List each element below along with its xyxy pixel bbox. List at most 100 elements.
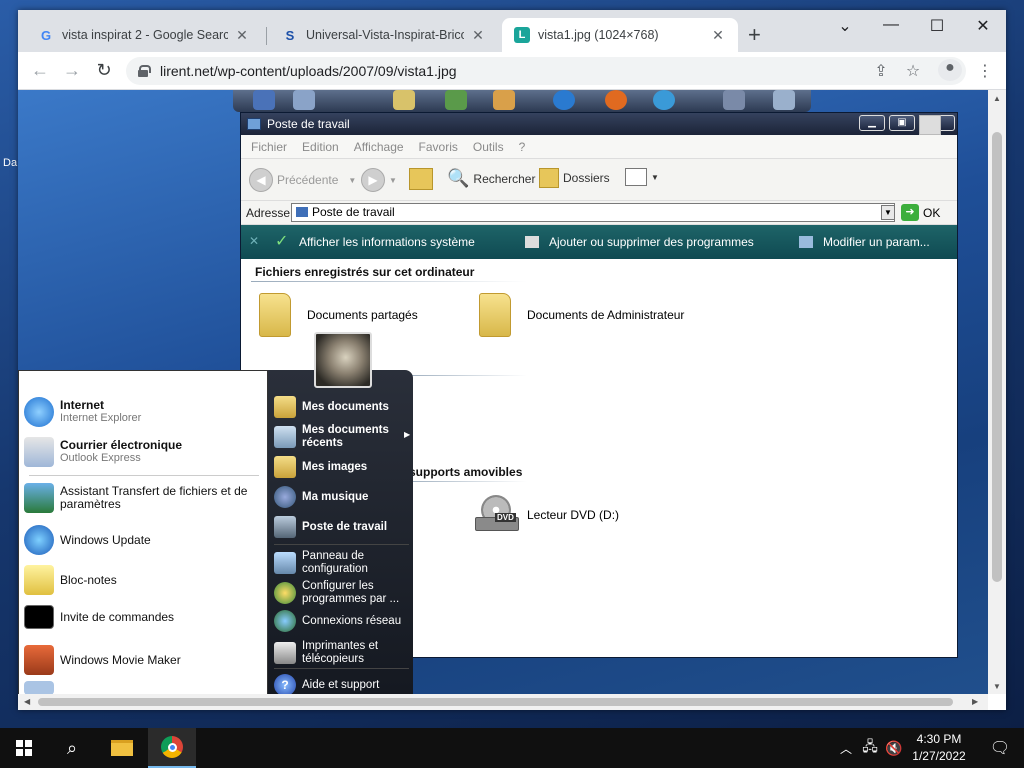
globe-icon[interactable] [553, 90, 575, 110]
media-player-icon[interactable] [605, 90, 627, 110]
recycle-bin-icon[interactable] [773, 90, 795, 110]
start-right-my-documents[interactable]: Mes documents [274, 396, 389, 418]
start-item-internet[interactable]: Internet Internet Explorer [24, 397, 141, 427]
start-right-network-connections[interactable]: Connexions réseau [274, 610, 401, 632]
menu-fichier[interactable]: Fichier [251, 140, 287, 154]
xp-folders-button[interactable]: Dossiers [539, 168, 610, 188]
menu-favoris[interactable]: Favoris [419, 140, 458, 154]
task-add-remove-programs[interactable]: Ajouter ou supprimer des programmes [525, 235, 754, 249]
network-status-button[interactable]: 🖧 [858, 728, 882, 768]
chevron-down-icon: ▼ [651, 172, 659, 182]
start-right-printers[interactable]: Imprimantes et télécopieurs [274, 640, 409, 666]
vertical-scroll-thumb[interactable] [992, 132, 1002, 582]
start-right-my-music[interactable]: Ma musique [274, 486, 368, 508]
minimize-button[interactable]: — [876, 16, 906, 34]
start-right-my-pictures[interactable]: Mes images [274, 456, 367, 478]
windows-logo-icon[interactable] [653, 90, 675, 110]
xp-search-button[interactable]: 🔍 Rechercher [447, 168, 535, 189]
dvd-drive-icon: DVD [475, 495, 521, 535]
menu-edition[interactable]: Edition [302, 140, 339, 154]
share-icon[interactable]: ⇪ [870, 61, 892, 81]
start-right-my-computer[interactable]: Poste de travail [274, 516, 387, 538]
chevron-down-icon: ▼ [389, 175, 397, 185]
start-item-movie-maker[interactable]: Windows Movie Maker [24, 645, 181, 675]
folder-admin-documents[interactable]: Documents de Administrateur [479, 293, 684, 337]
xp-address-bar: Adresse Poste de travail ▼ ➜ OK [241, 201, 957, 225]
close-task-icon[interactable]: ✕ [249, 234, 259, 248]
xp-maximize-button[interactable]: ▣ [889, 115, 915, 131]
xp-views-button[interactable]: ▼ [625, 168, 659, 186]
volume-button[interactable]: 🔇 [882, 728, 906, 768]
address-bar[interactable]: lirent.net/wp-content/uploads/2007/09/vi… [126, 57, 966, 85]
close-window-button[interactable]: ✕ [968, 16, 998, 36]
dvd-drive[interactable]: DVD Lecteur DVD (D:) [475, 495, 619, 535]
chrome-icon [161, 736, 183, 758]
folder-shared-documents[interactable]: Documents partagés [259, 293, 418, 337]
menu-affichage[interactable]: Affichage [354, 140, 404, 154]
close-tab-icon[interactable]: ✕ [470, 27, 486, 44]
profile-avatar-icon[interactable]: ● [938, 59, 962, 81]
tab-universal-vista[interactable]: S Universal-Vista-Inspirat-Brico-Pa ✕ [270, 18, 498, 52]
notification-icon: 🗨 [989, 740, 1011, 757]
start-item-partial[interactable] [24, 681, 60, 694]
menu-kebab-icon[interactable]: ⋮ [974, 61, 996, 81]
start-right-control-panel[interactable]: Panneau de configuration [274, 550, 409, 576]
start-item-command-prompt[interactable]: Invite de commandes [24, 605, 174, 629]
start-item-windows-update[interactable]: Windows Update [24, 525, 151, 555]
quick-launch-icon[interactable] [293, 90, 315, 110]
chrome-taskbar-button[interactable] [148, 728, 196, 768]
host-desktop-label: Da [3, 157, 18, 169]
start-right-help[interactable]: ? Aide et support [274, 674, 379, 694]
scroll-up-arrow[interactable]: ▲ [993, 94, 1001, 103]
close-tab-icon[interactable]: ✕ [710, 27, 726, 44]
new-tab-button[interactable]: + [748, 24, 761, 46]
xp-forward-button[interactable]: ▶ ▼ [361, 168, 397, 192]
tab-search-icon[interactable]: ⌄ [830, 16, 860, 36]
start-button[interactable] [0, 728, 48, 768]
recent-documents-icon [274, 426, 296, 448]
menu-help[interactable]: ? [519, 140, 526, 154]
user-avatar[interactable] [314, 332, 372, 388]
xp-back-button[interactable]: ◀ Précédente ▼ [249, 168, 356, 192]
start-right-program-defaults[interactable]: Configurer les programmes par ... [274, 580, 409, 606]
file-explorer-button[interactable] [98, 728, 146, 768]
system-clock[interactable]: 4:30 PM 1/27/2022 [904, 731, 974, 765]
notification-center-button[interactable]: 🗨 [976, 728, 1024, 768]
forward-button[interactable]: → [60, 60, 84, 80]
address-go-button[interactable]: ➜ OK [901, 204, 940, 221]
maximize-button[interactable]: ☐ [922, 16, 952, 36]
vertical-scrollbar[interactable]: ▲ ▼ [988, 90, 1006, 694]
address-input[interactable]: Poste de travail [291, 203, 895, 222]
show-hidden-icons-button[interactable]: ︿ [836, 728, 856, 768]
scroll-down-arrow[interactable]: ▼ [993, 682, 1001, 691]
back-button[interactable]: ← [28, 60, 52, 80]
start-item-transfer-wizard[interactable]: Assistant Transfert de fichiers et de pa… [24, 483, 249, 513]
scroll-left-arrow[interactable]: ◀ [24, 697, 30, 706]
bookmark-star-icon[interactable]: ☆ [902, 61, 924, 81]
task-system-info[interactable]: ✓ Afficher les informations système [275, 234, 475, 250]
xp-minimize-button[interactable]: ▁ [859, 115, 885, 131]
quick-launch-icon[interactable] [493, 90, 515, 110]
settings-gear-icon[interactable] [723, 90, 745, 110]
address-label: Adresse [246, 206, 291, 220]
lock-icon [138, 65, 151, 77]
task-modify-setting[interactable]: Modifier un param... [799, 235, 930, 249]
quick-launch-icon[interactable] [253, 90, 275, 110]
xp-up-folder-button[interactable] [409, 168, 433, 190]
horizontal-scroll-thumb[interactable] [38, 698, 953, 706]
start-item-email[interactable]: Courrier électronique Outlook Express [24, 437, 182, 467]
menu-outils[interactable]: Outils [473, 140, 504, 154]
horizontal-scrollbar[interactable]: ◀ ▶ [18, 694, 988, 710]
quick-launch-icon[interactable] [445, 90, 467, 110]
address-dropdown-button[interactable]: ▼ [881, 205, 895, 220]
search-button[interactable]: ⌕ [48, 728, 96, 768]
tab-vista1-jpg[interactable]: L vista1.jpg (1024×768) ✕ [502, 18, 738, 52]
reload-button[interactable]: ↻ [92, 60, 116, 80]
start-right-recent-documents[interactable]: Mes documents récents ▶ [274, 424, 414, 450]
close-tab-icon[interactable]: ✕ [234, 27, 250, 44]
scroll-right-arrow[interactable]: ▶ [972, 697, 978, 706]
help-icon: ? [274, 674, 296, 694]
quick-launch-icon[interactable] [393, 90, 415, 110]
tab-google-search[interactable]: G vista inspirat 2 - Google Search ✕ [26, 18, 262, 52]
start-item-notepad[interactable]: Bloc-notes [24, 565, 117, 595]
